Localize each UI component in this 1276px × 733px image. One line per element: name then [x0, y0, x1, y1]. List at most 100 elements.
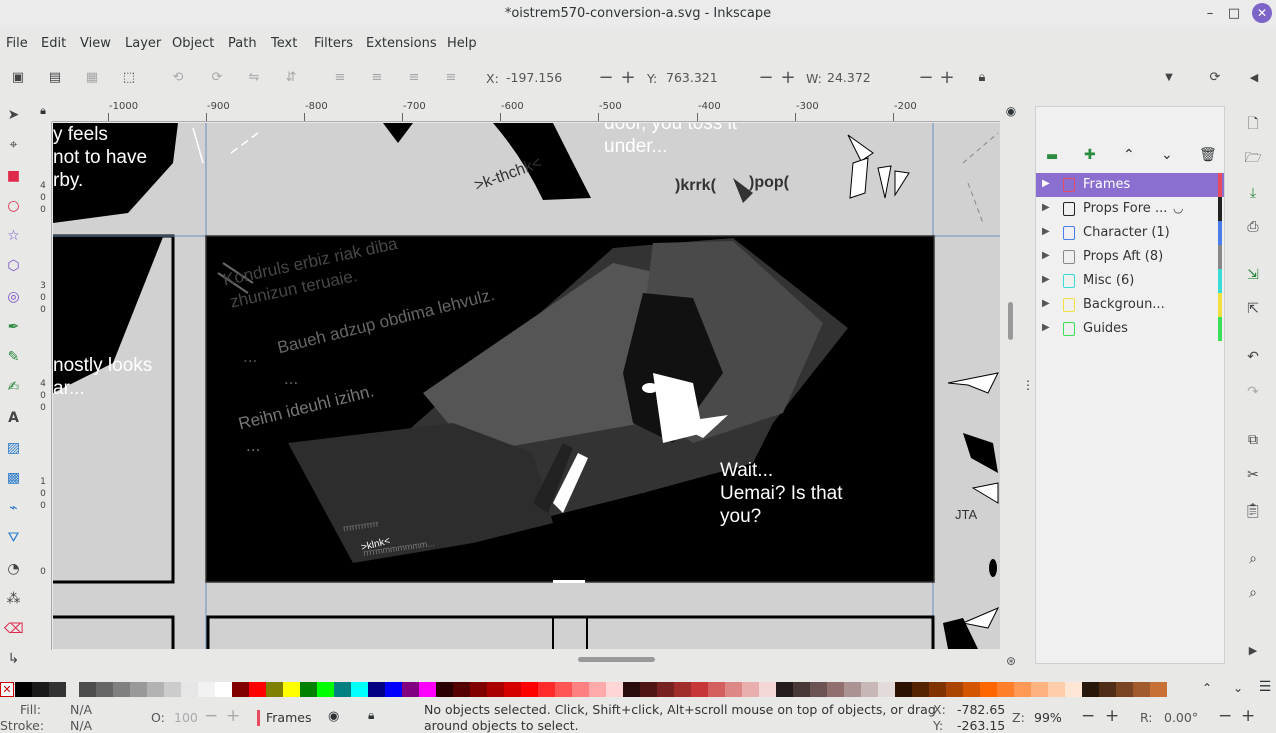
- expand-arrow-icon[interactable]: ▶: [1042, 298, 1050, 309]
- palette-scroll-up-icon[interactable]: ⌃: [1199, 681, 1215, 697]
- canvas-text[interactable]: Uemai? Is that: [720, 482, 843, 505]
- horizontal-scrollbar[interactable]: [578, 657, 655, 662]
- color-swatch[interactable]: [49, 682, 66, 697]
- color-swatch[interactable]: [555, 682, 572, 697]
- color-swatch[interactable]: [351, 682, 368, 697]
- canvas-text[interactable]: Wait...: [720, 459, 773, 482]
- color-swatch[interactable]: [198, 682, 215, 697]
- rotate-ccw-icon[interactable]: ⟲: [170, 70, 186, 86]
- zoom-input[interactable]: 99%: [1034, 710, 1062, 725]
- canvas-text[interactable]: ar...: [53, 377, 85, 400]
- drawing-canvas[interactable]: y feels not to have rby. door, you toss …: [53, 123, 1000, 649]
- print-icon[interactable]: ⎙: [1244, 218, 1262, 236]
- no-paint-swatch[interactable]: ✕: [0, 682, 14, 697]
- new-document-icon[interactable]: 🗋: [1244, 115, 1262, 133]
- canvas-text[interactable]: )krrk(: [675, 174, 716, 197]
- menu-object[interactable]: Object: [172, 36, 214, 51]
- canvas-text[interactable]: door, you toss it: [604, 123, 737, 135]
- layer-name[interactable]: Misc (6): [1083, 273, 1134, 288]
- color-swatch[interactable]: [572, 682, 589, 697]
- color-swatch[interactable]: [1031, 682, 1048, 697]
- layer-row-character[interactable]: ▶ Character (1): [1036, 221, 1224, 245]
- close-button[interactable]: ✕: [1252, 3, 1272, 23]
- snap-panel-arrow-icon[interactable]: ◀: [1246, 70, 1262, 86]
- paste-icon[interactable]: 📋︎: [1244, 502, 1262, 520]
- color-swatch[interactable]: [963, 682, 980, 697]
- color-swatch[interactable]: [504, 682, 521, 697]
- minimize-button[interactable]: –: [1200, 4, 1220, 24]
- color-swatch[interactable]: [283, 682, 300, 697]
- color-swatch[interactable]: [759, 682, 776, 697]
- canvas-text[interactable]: you?: [720, 505, 761, 528]
- layer-name[interactable]: Character (1): [1083, 225, 1170, 240]
- zoom-selection-icon[interactable]: ⌕: [1244, 550, 1262, 568]
- tweak-tool-icon[interactable]: ◔: [4, 560, 23, 579]
- raise-layer-icon[interactable]: ⌃: [1123, 147, 1135, 163]
- add-sublayer-icon[interactable]: ✚: [1084, 147, 1096, 163]
- color-swatch[interactable]: [776, 682, 793, 697]
- w-increment-button[interactable]: +: [938, 68, 956, 88]
- color-swatch[interactable]: [436, 682, 453, 697]
- rotate-increment-button[interactable]: +: [1241, 706, 1255, 726]
- color-swatch[interactable]: [470, 682, 487, 697]
- opacity-input[interactable]: 100: [174, 710, 198, 725]
- color-swatch[interactable]: [1133, 682, 1150, 697]
- color-swatch[interactable]: [266, 682, 283, 697]
- color-swatch[interactable]: [640, 682, 657, 697]
- x-decrement-button[interactable]: −: [597, 68, 615, 88]
- palette-menu-icon[interactable]: ☰: [1257, 679, 1273, 695]
- lock-icon[interactable]: 🔒︎: [974, 70, 990, 86]
- raise-to-top-icon[interactable]: ≡: [332, 70, 348, 86]
- menu-view[interactable]: View: [80, 36, 111, 51]
- color-swatch[interactable]: [232, 682, 249, 697]
- color-swatch[interactable]: [453, 682, 470, 697]
- color-swatch[interactable]: [15, 682, 32, 697]
- color-swatch[interactable]: [368, 682, 385, 697]
- color-swatch[interactable]: [691, 682, 708, 697]
- color-swatch[interactable]: [810, 682, 827, 697]
- toolbar-overflow-icon[interactable]: ▼: [1161, 70, 1177, 86]
- rotate-decrement-button[interactable]: −: [1218, 706, 1232, 726]
- color-swatch[interactable]: [1082, 682, 1099, 697]
- expand-arrow-icon[interactable]: ▶: [1042, 202, 1050, 213]
- vertical-ruler[interactable]: 4 0 0 3 0 0 4 0 0 1 0 0 0: [34, 122, 52, 650]
- calligraphy-tool-icon[interactable]: ✍: [4, 378, 23, 397]
- color-swatch[interactable]: [521, 682, 538, 697]
- select-all-icon[interactable]: ▣: [10, 70, 26, 86]
- select-same-icon[interactable]: ▦: [84, 70, 100, 86]
- color-swatch[interactable]: [657, 682, 674, 697]
- color-swatch[interactable]: [249, 682, 266, 697]
- menu-text[interactable]: Text: [271, 36, 297, 51]
- vertical-scrollbar[interactable]: [1008, 302, 1013, 340]
- expand-arrow-icon[interactable]: ▶: [1042, 226, 1050, 237]
- select-all-layers-icon[interactable]: ▤: [47, 70, 63, 86]
- canvas-text[interactable]: y feels: [53, 123, 108, 146]
- raise-icon[interactable]: ≡: [369, 70, 385, 86]
- color-swatch[interactable]: [147, 682, 164, 697]
- zoom-drawing-icon[interactable]: ⌕: [1244, 584, 1262, 602]
- layer-name[interactable]: Props Fore ...: [1083, 201, 1167, 216]
- color-swatch[interactable]: [130, 682, 147, 697]
- color-swatch[interactable]: [623, 682, 640, 697]
- horizontal-ruler[interactable]: -1000 -900 -800 -700 -600 -500 -400 -300…: [52, 100, 1000, 122]
- pen-tool-icon[interactable]: ✒: [4, 318, 23, 337]
- color-swatch[interactable]: [929, 682, 946, 697]
- x-input[interactable]: -197.156: [502, 65, 596, 91]
- star-tool-icon[interactable]: ☆: [4, 227, 23, 246]
- layer-row-props-aft[interactable]: ▶ Props Aft (8): [1036, 245, 1224, 269]
- layer-name[interactable]: Frames: [1083, 177, 1130, 192]
- expand-arrow-icon[interactable]: ▶: [1042, 274, 1050, 285]
- color-swatch[interactable]: [878, 682, 895, 697]
- rotate-cw-icon[interactable]: ⟳: [209, 70, 225, 86]
- paint-bucket-tool-icon[interactable]: ⛛: [4, 529, 23, 548]
- undo-icon[interactable]: ↶: [1244, 348, 1262, 366]
- rectangle-tool-icon[interactable]: ■: [4, 167, 23, 186]
- color-swatch[interactable]: [997, 682, 1014, 697]
- cut-icon[interactable]: ✂: [1244, 466, 1262, 484]
- color-swatch[interactable]: [487, 682, 504, 697]
- layer-row-props-fore[interactable]: ▶ Props Fore ... ◡: [1036, 197, 1224, 221]
- zoom-fit-icon[interactable]: ◉: [1003, 104, 1019, 120]
- selector-tool-icon[interactable]: ➤: [4, 106, 23, 125]
- menu-layer[interactable]: Layer: [125, 36, 161, 51]
- fill-value[interactable]: N/A: [70, 702, 92, 717]
